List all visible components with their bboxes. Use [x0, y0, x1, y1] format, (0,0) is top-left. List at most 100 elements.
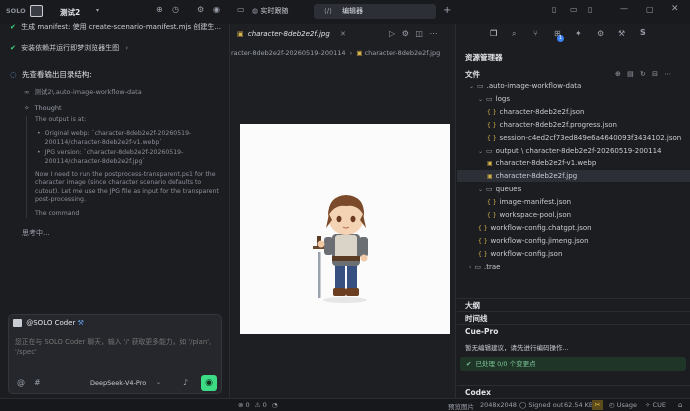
- thought-header[interactable]: ✧ Thought: [24, 104, 62, 112]
- editor-tab[interactable]: ▣ character-8deb2e2f.jpg ✕: [231, 24, 377, 44]
- hash-icon[interactable]: #: [34, 379, 41, 387]
- path-text: 测试2\.auto-image-workflow-data: [34, 88, 142, 96]
- mic-icon[interactable]: ♪: [183, 379, 188, 387]
- tree-item[interactable]: { } image-manifest.json: [457, 196, 690, 208]
- codex-section[interactable]: Codex: [457, 385, 690, 398]
- signed-out-status[interactable]: ◯ Signed out: [519, 401, 563, 409]
- sparkle-icon[interactable]: ✦: [575, 29, 582, 38]
- more-icon[interactable]: ⋯: [664, 70, 671, 78]
- notifications-icon[interactable]: ⌂: [678, 401, 682, 409]
- tree-item[interactable]: ▣ character-8deb2e2f.jpg: [457, 170, 690, 183]
- at-mention-icon[interactable]: @: [17, 379, 25, 387]
- tree-item[interactable]: { } character-8deb2e2f.progress.json: [457, 119, 690, 131]
- new-tab-button[interactable]: +: [443, 5, 451, 16]
- panel-toggle-icon[interactable]: [30, 5, 43, 17]
- cue-status: 已处理 0/0 个变更点: [475, 360, 536, 368]
- tree-item[interactable]: ⌄ ▭ logs: [457, 93, 690, 105]
- maximize-icon[interactable]: ▢: [646, 6, 654, 14]
- image-file-icon: ▣: [356, 49, 363, 57]
- split-icon[interactable]: ◫: [415, 29, 423, 38]
- tree-item[interactable]: { } workflow-config.json: [457, 248, 690, 260]
- chevron-down-icon[interactable]: ▾: [96, 8, 99, 14]
- tab-editor-label: 编辑器: [342, 7, 364, 15]
- warning-count: 0: [262, 401, 267, 409]
- cue-status-item[interactable]: ✧ CUE: [645, 401, 666, 409]
- layout-right-icon[interactable]: ▯: [588, 6, 592, 14]
- image-file-icon: ▣: [487, 160, 493, 168]
- new-chat-icon[interactable]: ⊕: [156, 6, 163, 14]
- tree-item-label: session-c4ed2cf73ed849e6a4640093f3434102…: [499, 133, 682, 142]
- bullet-webp: • Original webp: `character-8deb2e2f-2026…: [37, 130, 192, 146]
- chevron-right-icon: ›: [125, 44, 129, 52]
- check-circle-icon: ✔: [10, 44, 16, 52]
- folder-icon: ▭: [474, 262, 482, 271]
- status-bar: ⊗ 0 ⚠ 0 ◔ 预览图片 2048x2048 ◯ Signed out 62…: [0, 398, 690, 411]
- json-file-icon: { }: [487, 212, 497, 219]
- path-line[interactable]: ∞ 测试2\.auto-image-workflow-data: [24, 86, 142, 96]
- search-icon[interactable]: ⌕: [512, 29, 516, 39]
- tools-icon[interactable]: ⚒: [618, 29, 625, 38]
- chat-input[interactable]: [15, 337, 215, 363]
- more-icon[interactable]: ⋯: [430, 29, 438, 38]
- tab-live[interactable]: ◍ 实时跟随: [248, 4, 310, 19]
- tree-item[interactable]: ⌄ ▭ .auto-image-workflow-data: [457, 80, 690, 92]
- tree-item[interactable]: ⌄ ▭ output \ character-8deb2e2f-20260519-2…: [457, 145, 690, 157]
- tab-editor[interactable]: ⟨/⟩ 编辑器: [314, 4, 436, 19]
- history-icon[interactable]: ◷: [172, 6, 179, 14]
- tree-item[interactable]: › ▭ .trae: [457, 261, 690, 273]
- close-icon[interactable]: ✕: [671, 5, 679, 14]
- chat-item-install[interactable]: ✔ 安装依赖并运行即梦浏览器生图 ›: [10, 43, 128, 53]
- solo-logo[interactable]: SOLO: [6, 7, 26, 15]
- model-selector[interactable]: DeepSeek-V4-Pro: [90, 379, 146, 387]
- outline-section[interactable]: 大纲: [457, 298, 690, 311]
- tree-item-label: logs: [495, 94, 510, 103]
- image-dimensions: 2048x2048: [480, 401, 517, 409]
- tree-item[interactable]: ⌄ ▭ queues: [457, 183, 690, 195]
- files-section[interactable]: 文件: [465, 69, 480, 80]
- tree-item[interactable]: { } session-c4ed2cf73ed849e6a4640093f3434…: [457, 132, 690, 144]
- collapse-icon[interactable]: ⊟: [652, 70, 658, 78]
- tools-icon[interactable]: ✂: [592, 400, 603, 410]
- settings-icon[interactable]: ⚙: [197, 6, 204, 14]
- tree-item[interactable]: { } workflow-config.chatgpt.json: [457, 222, 690, 234]
- agent-chip[interactable]: @SOLO Coder ⚒: [13, 319, 84, 327]
- refresh-icon[interactable]: ↻: [640, 70, 646, 78]
- gear-icon[interactable]: ⚙: [597, 29, 604, 38]
- sidebar-toggle-icon[interactable]: ▭: [237, 6, 245, 14]
- s-icon[interactable]: S: [640, 28, 646, 37]
- breadcrumb-file[interactable]: character-8deb2e2f.jpg: [365, 49, 441, 57]
- usage-label: Usage: [616, 401, 638, 409]
- send-button[interactable]: ◉: [201, 375, 217, 391]
- cue-pro-section[interactable]: Cue-Pro: [457, 324, 690, 337]
- minimize-icon[interactable]: —: [620, 5, 628, 13]
- tab-live-label: 实时跟随: [260, 7, 289, 15]
- layout-left-icon[interactable]: ▯: [552, 6, 556, 14]
- new-file-icon[interactable]: ⊕: [615, 70, 621, 78]
- new-folder-icon[interactable]: ▤: [627, 70, 634, 78]
- source-control-icon[interactable]: ⑂: [533, 29, 538, 38]
- tree-item[interactable]: { } workflow-config.jimeng.json: [457, 235, 690, 247]
- json-file-icon: { }: [478, 237, 488, 245]
- project-name[interactable]: 测试2: [60, 7, 80, 18]
- image-file-icon: ▣: [237, 30, 244, 38]
- tree-item[interactable]: ▣ character-8deb2e2f-v1.webp: [457, 157, 690, 169]
- tree-item-label: .trae: [484, 262, 501, 271]
- files-icon[interactable]: ❐: [490, 29, 497, 38]
- tree-item[interactable]: { } character-8deb2e2f.json: [457, 106, 690, 118]
- thinking-status: 思考中...: [22, 229, 50, 237]
- timeline-section[interactable]: 时间线: [457, 311, 690, 324]
- usage-status[interactable]: ◴ Usage: [609, 401, 637, 409]
- chevron-down-icon: ⌄: [478, 186, 484, 194]
- layout-bottom-icon[interactable]: ▭: [570, 6, 578, 14]
- chat-item-manifest[interactable]: ✔ 生成 manifest: 使用 create-scenario-manife…: [10, 22, 221, 32]
- tree-item[interactable]: { } workspace-pool.json: [457, 209, 690, 221]
- account-icon[interactable]: ◉: [213, 6, 220, 14]
- tab-close-icon[interactable]: ✕: [340, 30, 346, 38]
- run-icon[interactable]: ▷: [389, 29, 395, 38]
- cue-pro-label: Cue-Pro: [465, 327, 499, 336]
- model-chevron-icon[interactable]: ⌄: [156, 380, 161, 386]
- bullet-jpg: • JPG version: `character-8deb2e2f-202605…: [37, 149, 184, 165]
- problems-indicator[interactable]: ⊗ 0 ⚠ 0 ◔: [238, 401, 278, 409]
- breadcrumb-folder[interactable]: racter-8deb2e2f-20260519-200114: [231, 49, 346, 57]
- settings-icon[interactable]: ⚙: [402, 29, 409, 38]
